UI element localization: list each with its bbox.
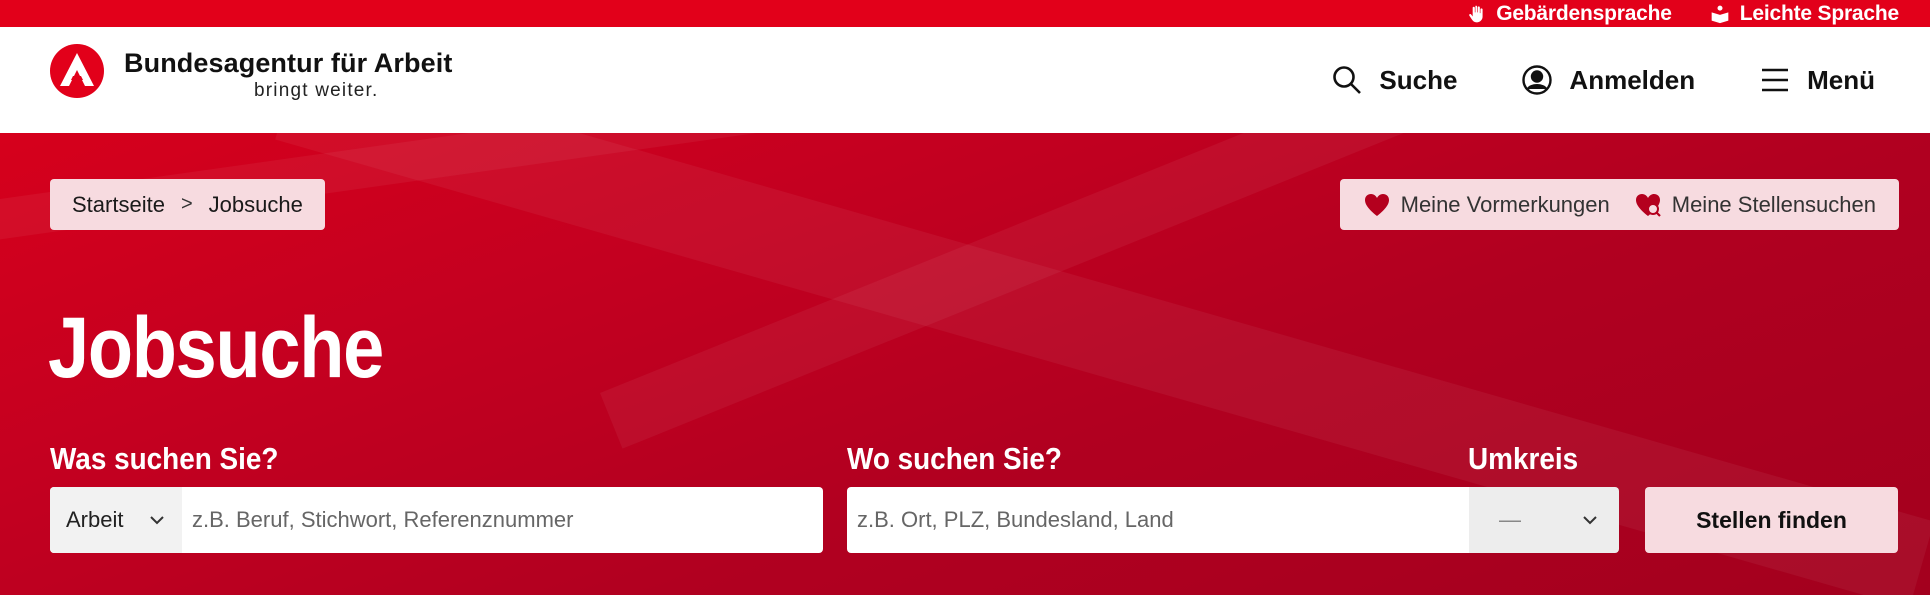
job-searches-link[interactable]: Meine Stellensuchen	[1634, 191, 1876, 219]
book-icon	[1711, 5, 1729, 23]
hand-icon	[1469, 5, 1483, 22]
site-header: Bundesagentur für Arbeit bringt weiter. …	[0, 27, 1930, 133]
login-label: Anmelden	[1569, 64, 1696, 95]
find-jobs-button[interactable]: Stellen finden	[1645, 487, 1898, 553]
radius-label: Umkreis	[1468, 441, 1579, 476]
bookmarks-label: Meine Vormerkungen	[1400, 191, 1610, 217]
chevron-down-icon	[1583, 516, 1597, 525]
logo[interactable]: Bundesagentur für Arbeit bringt weiter.	[50, 44, 452, 102]
where-input[interactable]	[847, 487, 1469, 553]
radius-select[interactable]: —	[1469, 487, 1619, 553]
what-label: Was suchen Sie?	[50, 441, 279, 476]
search-hero: Startseite > Jobsuche Meine Vormerkungen…	[0, 133, 1930, 595]
breadcrumb: Startseite > Jobsuche	[50, 179, 325, 230]
top-utility-bar: Gebärdensprache Leichte Sprache	[0, 0, 1930, 27]
sign-language-label: Gebärdensprache	[1496, 1, 1672, 25]
easy-language-link[interactable]: Leichte Sprache	[1710, 2, 1899, 26]
search-icon	[1333, 66, 1362, 94]
logo-title: Bundesagentur für Arbeit	[124, 48, 453, 78]
type-select-value: Arbeit	[66, 507, 124, 532]
where-label: Wo suchen Sie?	[847, 441, 1062, 476]
heart-icon	[1364, 193, 1389, 216]
breadcrumb-current: Jobsuche	[208, 191, 303, 217]
breadcrumb-home[interactable]: Startseite	[72, 192, 165, 218]
ba-logo-icon	[50, 44, 104, 98]
what-input[interactable]	[182, 487, 823, 553]
menu-button[interactable]: Menü	[1759, 64, 1875, 96]
hamburger-icon	[1762, 68, 1789, 92]
job-searches-label: Meine Stellensuchen	[1671, 191, 1876, 217]
where-field-group	[847, 487, 1469, 553]
type-select[interactable]: Arbeit	[50, 487, 182, 553]
breadcrumb-separator: >	[180, 193, 193, 215]
search-nav-label: Suche	[1379, 64, 1458, 95]
logo-subtitle: bringt weiter.	[254, 80, 379, 101]
what-field-group: Arbeit	[50, 487, 823, 553]
search-nav-button[interactable]: Suche	[1331, 64, 1457, 96]
heart-search-icon	[1635, 193, 1661, 217]
user-icon	[1522, 65, 1553, 95]
easy-language-label: Leichte Sprache	[1739, 1, 1899, 25]
radius-select-value: —	[1499, 507, 1521, 532]
bookmarks-link[interactable]: Meine Vormerkungen	[1363, 191, 1610, 219]
quicklinks: Meine Vormerkungen Meine Stellensuchen	[1339, 179, 1899, 230]
sign-language-link[interactable]: Gebärdensprache	[1466, 2, 1672, 26]
page-title: Jobsuche	[48, 300, 384, 396]
chevron-down-icon	[150, 516, 164, 525]
login-button[interactable]: Anmelden	[1521, 64, 1695, 96]
main-nav: Suche Anmelden Menü	[1331, 27, 1875, 133]
menu-label: Menü	[1807, 64, 1875, 95]
